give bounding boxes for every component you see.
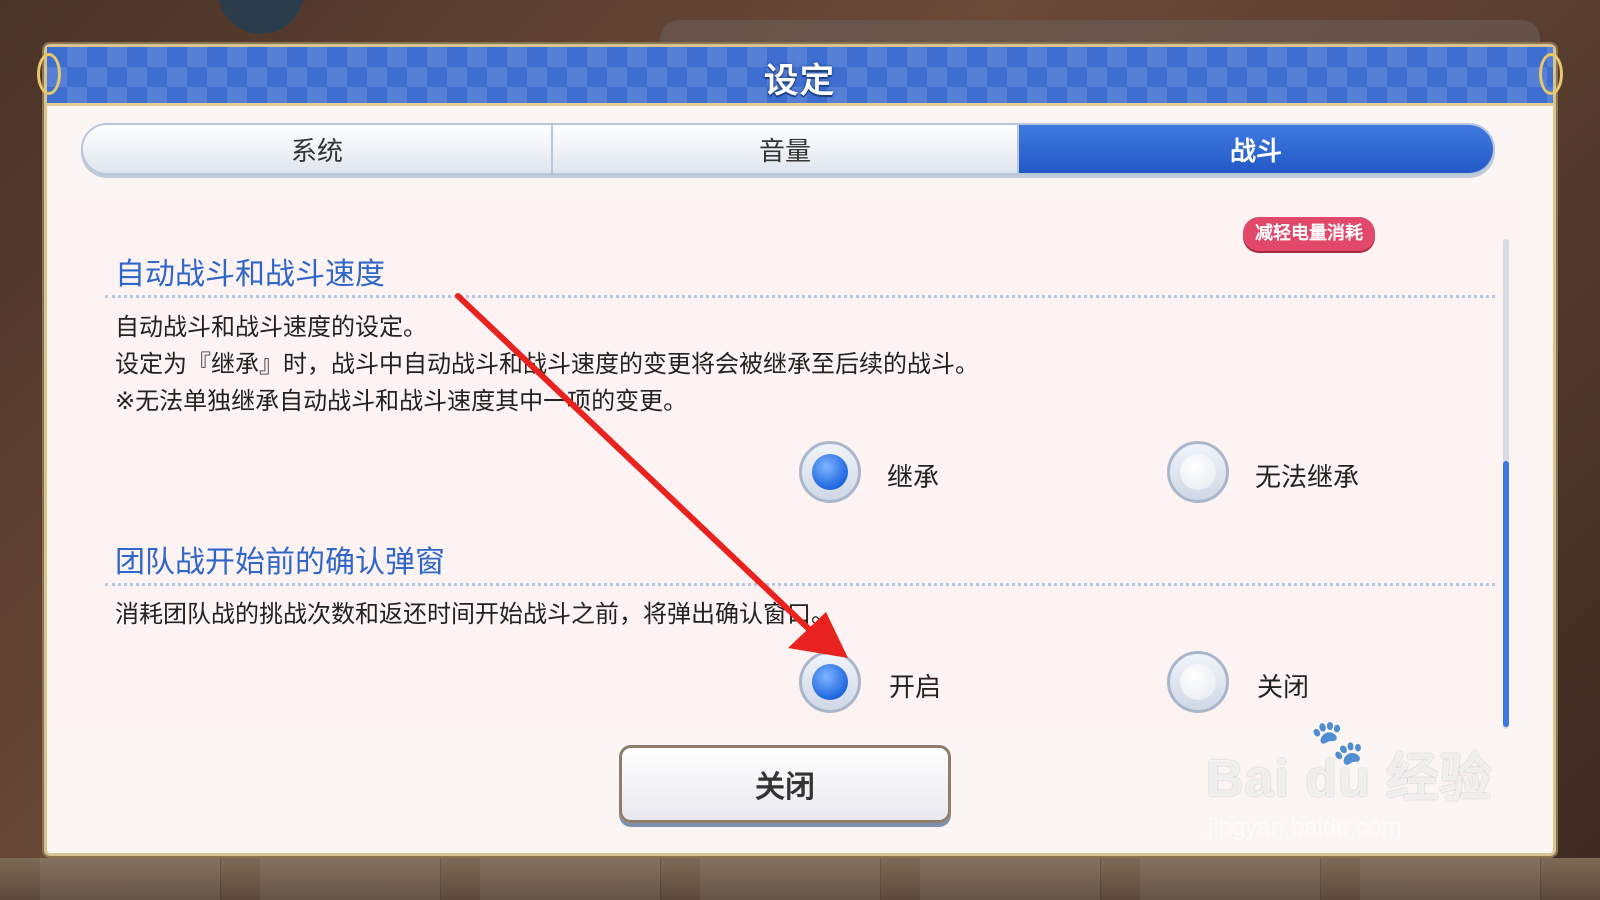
baidu-watermark: 🐾 Bai du 经验 jingyan.baidu.com xyxy=(1206,716,1506,856)
scrollbar-thumb[interactable] xyxy=(1503,461,1509,727)
option-label-no-inherit[interactable]: 无法继承 xyxy=(1255,457,1359,494)
tab-battle[interactable]: 战斗 xyxy=(1019,125,1493,173)
settings-tabs: 系统 音量 战斗 xyxy=(81,123,1495,175)
background-nav-item xyxy=(480,858,661,900)
watermark-url: jingyan.baidu.com xyxy=(1208,814,1402,841)
dialog-header: 设定 xyxy=(37,47,1563,106)
radio-disable[interactable] xyxy=(1167,651,1229,713)
background-nav-item xyxy=(700,858,881,900)
background-bottom-bar xyxy=(0,858,1600,900)
background-nav-item xyxy=(920,858,1101,900)
option-label-disable[interactable]: 关闭 xyxy=(1257,667,1309,704)
description-line: ※无法单独继承自动战斗和战斗速度其中一项的变更。 xyxy=(115,387,688,415)
option-label-enable[interactable]: 开启 xyxy=(889,667,941,704)
radio-no-inherit[interactable] xyxy=(1167,441,1229,503)
section-description-auto-battle: 自动战斗和战斗速度的设定。 设定为『继承』时，战斗中自动战斗和战斗速度的变更将会… xyxy=(115,309,979,420)
section-description-team-battle: 消耗团队战的挑战次数和返还时间开始战斗之前，将弹出确认窗口。 xyxy=(115,596,835,633)
description-line: 设定为『继承』时，战斗中自动战斗和战斗速度的变更将会被继承至后续的战斗。 xyxy=(115,350,979,378)
radio-dot xyxy=(812,454,848,490)
header-ornament-right xyxy=(1539,53,1563,95)
watermark-brand: Bai du 经验 xyxy=(1206,750,1493,808)
close-button[interactable]: 关闭 xyxy=(619,745,951,823)
tab-system[interactable]: 系统 xyxy=(83,125,553,173)
tab-volume[interactable]: 音量 xyxy=(553,125,1019,173)
power-saving-badge[interactable]: 减轻电量消耗 xyxy=(1243,217,1375,251)
dialog-title: 设定 xyxy=(764,61,836,101)
background-nav-item xyxy=(260,858,441,900)
option-label-inherit[interactable]: 继承 xyxy=(887,457,939,494)
background-avatar xyxy=(218,0,304,34)
description-line: 自动战斗和战斗速度的设定。 xyxy=(115,313,427,341)
section-title-team-battle-confirm: 团队战开始前的确认弹窗 xyxy=(115,545,445,580)
section-divider xyxy=(105,295,1495,298)
scrollbar[interactable] xyxy=(1503,239,1509,729)
description-line: 消耗团队战的挑战次数和返还时间开始战斗之前，将弹出确认窗口。 xyxy=(115,600,835,628)
background-nav-item xyxy=(1140,858,1321,900)
background-nav-item xyxy=(1360,858,1541,900)
background-nav-item xyxy=(40,858,221,900)
radio-dot xyxy=(1180,454,1216,490)
settings-content: 减轻电量消耗 自动战斗和战斗速度 自动战斗和战斗速度的设定。 设定为『继承』时，… xyxy=(55,199,1517,729)
radio-inherit[interactable] xyxy=(799,441,861,503)
radio-enable[interactable] xyxy=(799,651,861,713)
section-divider xyxy=(105,583,1495,586)
radio-dot xyxy=(1180,664,1216,700)
radio-dot xyxy=(812,664,848,700)
section-title-auto-battle: 自动战斗和战斗速度 xyxy=(115,257,385,292)
